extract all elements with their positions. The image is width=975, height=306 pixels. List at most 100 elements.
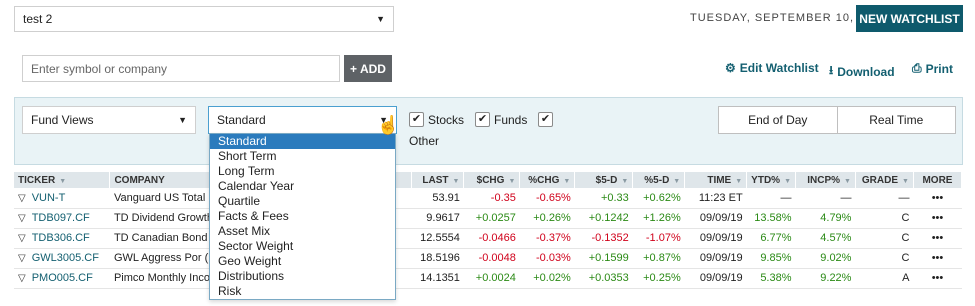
symbol-search-input[interactable]: Enter symbol or company	[22, 55, 340, 82]
dropdown-option-distributions[interactable]: Distributions	[210, 269, 395, 284]
edit-watchlist-label: Edit Watchlist	[739, 61, 819, 75]
pchg5-cell: +0.25%	[632, 268, 685, 289]
new-watchlist-button[interactable]: NEW WATCHLIST	[856, 5, 963, 32]
incp-cell: 4.79%	[795, 208, 856, 229]
funds-label: Funds	[494, 113, 528, 127]
symbol-search-placeholder: Enter symbol or company	[31, 61, 168, 76]
sort-icon: ▼	[563, 177, 571, 185]
view-select[interactable]: Standard ▼	[208, 106, 397, 134]
end-of-day-button[interactable]: End of Day	[719, 107, 838, 133]
view-type-select[interactable]: Fund Views ▼	[22, 106, 196, 134]
last-cell: 53.91	[411, 188, 464, 209]
ytd-cell: 9.85%	[746, 248, 796, 269]
pchg-cell: -0.65%	[519, 188, 575, 209]
column-header-incp[interactable]: INCP% ▼	[795, 172, 856, 188]
watchlist-select[interactable]: test 2 ▼	[14, 6, 394, 32]
printer-icon: ⎙	[912, 61, 922, 75]
pchg-cell: -0.03%	[519, 248, 575, 269]
dropdown-option-short-term[interactable]: Short Term	[210, 149, 395, 164]
time-cell: 09/09/19	[684, 248, 747, 269]
column-header-pchg[interactable]: %CHG ▼	[519, 172, 576, 188]
download-link[interactable]: ⭳ Download	[829, 61, 895, 82]
sort-icon: ▼	[621, 177, 629, 185]
chg5-cell: -0.1352	[574, 228, 633, 249]
table-row[interactable]: ▽ TDB097.CF TD Dividend Growth 9.9617 +0.…	[14, 208, 962, 229]
pchg5-cell: +0.62%	[632, 188, 685, 209]
chg-cell: +0.0024	[463, 268, 520, 289]
last-cell: 14.1351	[411, 268, 464, 289]
more-button[interactable]: •••	[913, 248, 962, 269]
add-button[interactable]: + ADD	[344, 55, 392, 82]
real-time-button[interactable]: Real Time	[838, 107, 956, 133]
pchg5-cell: +1.26%	[632, 208, 685, 229]
sort-icon: ▼	[784, 177, 792, 185]
table-row[interactable]: ▽ VUN-T Vanguard US Total 53.91 -0.35 -0.…	[14, 188, 962, 209]
grade-cell: —	[855, 188, 914, 209]
stocks-checkbox[interactable]: ✔	[409, 112, 424, 127]
column-header-pchg5[interactable]: %5-D ▼	[632, 172, 686, 188]
chg-cell: -0.35	[463, 188, 520, 209]
grade-cell: C	[855, 228, 914, 249]
other-checkbox[interactable]: ✔	[538, 112, 553, 127]
dropdown-option-long-term[interactable]: Long Term	[210, 164, 395, 179]
data-mode-toggle: End of Day Real Time	[718, 106, 956, 134]
dropdown-option-calendar-year[interactable]: Calendar Year	[210, 179, 395, 194]
ticker-link[interactable]: TDB097.CF	[32, 212, 90, 224]
more-button[interactable]: •••	[913, 188, 962, 209]
grade-cell: A	[855, 268, 914, 289]
chg-cell: -0.0048	[463, 248, 520, 269]
view-type-value: Fund Views	[31, 113, 94, 127]
chevron-down-icon[interactable]: ▽	[18, 213, 26, 224]
column-header-time[interactable]: TIME ▼	[684, 172, 748, 188]
edit-watchlist-link[interactable]: ⚙ Edit Watchlist	[725, 61, 819, 75]
chg5-cell: +0.1242	[574, 208, 633, 229]
dropdown-option-sector-weight[interactable]: Sector Weight	[210, 239, 395, 254]
dropdown-option-asset-mix[interactable]: Asset Mix	[210, 224, 395, 239]
ytd-cell: 5.38%	[746, 268, 796, 289]
chevron-down-icon[interactable]: ▽	[18, 193, 26, 204]
grade-cell: C	[855, 248, 914, 269]
chevron-down-icon[interactable]: ▽	[18, 273, 26, 284]
download-icon: ⭳	[829, 63, 834, 77]
ticker-link[interactable]: TDB306.CF	[32, 232, 90, 244]
chg5-cell: +0.1599	[574, 248, 633, 269]
dropdown-option-quartile[interactable]: Quartile	[210, 194, 395, 209]
incp-cell: 4.57%	[795, 228, 856, 249]
watchlist-select-value: test 2	[23, 12, 53, 26]
more-button[interactable]: •••	[913, 208, 962, 229]
column-header-last[interactable]: LAST ▼	[411, 172, 465, 188]
chevron-down-icon[interactable]: ▽	[18, 233, 26, 244]
sort-icon: ▼	[59, 177, 67, 185]
dropdown-option-risk[interactable]: Risk	[210, 284, 395, 299]
chevron-down-icon[interactable]: ▽	[18, 253, 26, 264]
ticker-link[interactable]: PMO005.CF	[32, 272, 93, 284]
pchg-cell: -0.37%	[519, 228, 575, 249]
ticker-link[interactable]: VUN-T	[32, 192, 66, 204]
dropdown-option-geo-weight[interactable]: Geo Weight	[210, 254, 395, 269]
ytd-cell: 13.58%	[746, 208, 796, 229]
time-cell: 11:23 ET	[684, 188, 747, 209]
column-header-grade[interactable]: GRADE ▼	[855, 172, 914, 188]
column-header-ticker[interactable]: TICKER ▼	[14, 172, 111, 188]
chg5-cell: +0.33	[574, 188, 633, 209]
column-header-more: MORE	[913, 172, 963, 188]
dropdown-option-standard[interactable]: Standard	[210, 134, 395, 149]
column-header-chg[interactable]: $CHG ▼	[463, 172, 521, 188]
dropdown-option-facts-fees[interactable]: Facts & Fees	[210, 209, 395, 224]
column-header-ytd[interactable]: YTD% ▼	[746, 172, 797, 188]
table-row[interactable]: ▽ PMO005.CF Pimco Monthly Inco 14.1351 +0…	[14, 268, 962, 289]
other-label: Other	[409, 134, 440, 148]
chg-cell: +0.0257	[463, 208, 520, 229]
funds-checkbox[interactable]: ✔	[475, 112, 490, 127]
ticker-link[interactable]: GWL3005.CF	[32, 252, 99, 264]
print-link[interactable]: ⎙ Print	[912, 61, 953, 76]
column-header-chg5[interactable]: $5-D ▼	[574, 172, 634, 188]
table-row[interactable]: ▽ GWL3005.CF GWL Aggress Por (F 18.5196 -…	[14, 248, 962, 269]
cursor-hand-icon: ☝	[377, 115, 400, 135]
table-row[interactable]: ▽ TDB306.CF TD Canadian Bond F 12.5554 -0…	[14, 228, 962, 249]
more-button[interactable]: •••	[913, 228, 962, 249]
incp-cell: —	[795, 188, 856, 209]
last-cell: 12.5554	[411, 228, 464, 249]
chevron-down-icon: ▼	[178, 115, 187, 125]
more-button[interactable]: •••	[913, 268, 962, 289]
